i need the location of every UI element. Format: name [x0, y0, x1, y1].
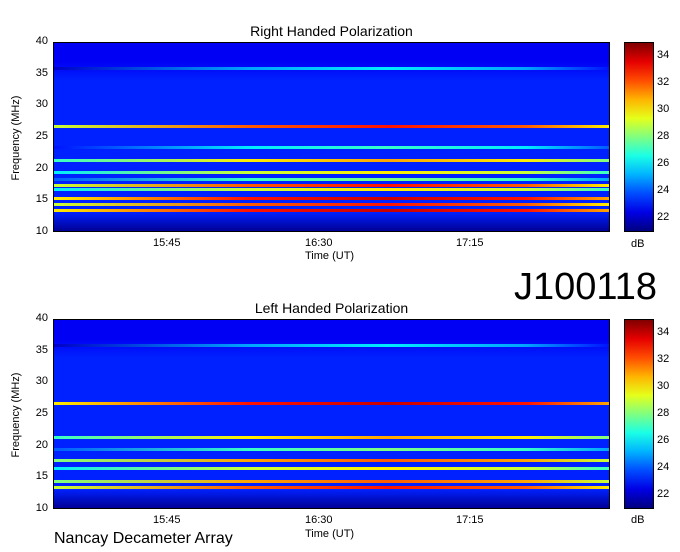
- colorbar-tick-label: 24: [657, 461, 670, 474]
- bottom-x-tick: 15:45: [153, 514, 181, 526]
- colorbar-tick-label: 22: [657, 488, 670, 501]
- y-tick-label: 35: [35, 66, 48, 79]
- y-tick-label: 15: [35, 193, 48, 206]
- bottom-x-tick: 16:30: [305, 514, 333, 526]
- top-x-axis-label: Time (UT): [305, 250, 355, 262]
- frequency-band: [54, 158, 609, 162]
- frequency-band: [54, 486, 609, 490]
- instrument-name: Nancay Decameter Array: [54, 530, 233, 547]
- top-colorbar-label: dB: [631, 238, 645, 250]
- bottom-x-axis-label: Time (UT): [305, 528, 355, 540]
- y-tick-label: 25: [35, 407, 48, 419]
- frequency-band: [54, 480, 609, 483]
- y-tick-label: 10: [35, 225, 48, 237]
- bottom-y-axis-label: Frequency (MHz): [10, 372, 22, 458]
- bottom-x-tick: 17:15: [456, 514, 484, 526]
- top-x-tick: 15:45: [153, 237, 181, 249]
- y-tick-label: 35: [35, 343, 48, 356]
- y-tick-label: 30: [35, 375, 48, 388]
- frequency-band: [54, 209, 609, 213]
- colorbar-tick-label: 30: [657, 102, 670, 115]
- frequency-band: [54, 459, 609, 463]
- frequency-band: [54, 343, 609, 347]
- frequency-band: [54, 66, 609, 70]
- colorbar-tick-label: 26: [657, 434, 670, 447]
- frequency-band: [54, 448, 609, 452]
- colorbar-tick-label: 28: [657, 407, 670, 419]
- frequency-band: [54, 171, 609, 175]
- colorbar-tick-label: 34: [657, 48, 670, 61]
- frequency-band: [54, 467, 609, 471]
- colorbar-tick-label: 32: [657, 352, 670, 365]
- top-chart-title: Right Handed Polarization: [250, 23, 413, 39]
- frequency-band: [54, 177, 609, 181]
- colorbar-tick-label: 32: [657, 75, 670, 88]
- colorbar-tick-label: 28: [657, 130, 670, 142]
- bottom-spectrogram: [53, 319, 610, 509]
- y-tick-label: 40: [35, 312, 48, 324]
- frequency-band: [54, 184, 609, 187]
- frequency-band: [54, 203, 609, 206]
- colorbar-tick-label: 34: [657, 325, 670, 338]
- top-spectrogram: [53, 42, 610, 232]
- frequency-band: [54, 435, 609, 439]
- frequency-band: [54, 125, 609, 129]
- frequency-band: [54, 188, 609, 192]
- bottom-chart-title: Left Handed Polarization: [254, 300, 409, 316]
- colorbar-tick-label: 26: [657, 157, 670, 170]
- bottom-colorbar-label: dB: [631, 514, 645, 526]
- top-colorbar: [624, 42, 654, 232]
- y-tick-label: 20: [35, 161, 48, 174]
- top-y-axis-label: Frequency (MHz): [10, 95, 22, 181]
- bottom-colorbar: [624, 319, 654, 509]
- colorbar-tick-label: 24: [657, 184, 670, 197]
- y-tick-label: 15: [35, 470, 48, 483]
- y-tick-label: 40: [35, 35, 48, 47]
- y-tick-label: 25: [35, 130, 48, 142]
- colorbar-tick-label: 22: [657, 211, 670, 224]
- frequency-band: [54, 196, 609, 200]
- top-x-tick: 17:15: [456, 237, 484, 249]
- y-tick-label: 20: [35, 438, 48, 451]
- frequency-band: [54, 402, 609, 406]
- frequency-band: [54, 146, 609, 149]
- y-tick-label: 10: [35, 502, 48, 514]
- colorbar-tick-label: 30: [657, 379, 670, 392]
- top-x-tick: 16:30: [305, 237, 333, 249]
- y-tick-label: 30: [35, 98, 48, 111]
